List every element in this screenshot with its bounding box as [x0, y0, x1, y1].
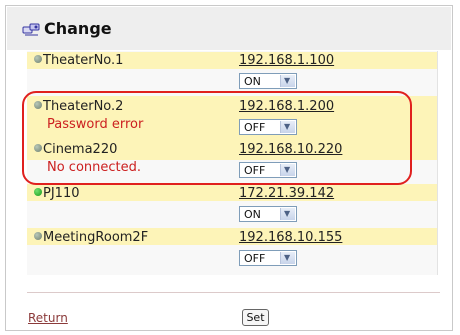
power-select[interactable]: OFF ▼ [239, 250, 297, 266]
chevron-down-icon[interactable]: ▼ [280, 208, 295, 220]
status-dot-icon [34, 232, 42, 240]
chevron-down-icon[interactable]: ▼ [280, 252, 295, 264]
footer-divider [27, 292, 440, 293]
projector-ip-link[interactable]: 192.168.10.155 [239, 230, 342, 245]
chevron-down-icon[interactable]: ▼ [280, 75, 295, 87]
error-rows-annotation [22, 91, 412, 185]
dialog-header: Change [7, 7, 451, 50]
projector-ip-link[interactable]: 192.168.1.100 [239, 53, 334, 68]
row-highlight [27, 184, 437, 201]
return-link[interactable]: Return [28, 311, 68, 325]
projectors-icon [22, 23, 40, 36]
projector-name: MeetingRoom2F [34, 230, 148, 245]
power-select[interactable]: ON ▼ [239, 73, 297, 89]
projector-ip-link[interactable]: 172.21.39.142 [239, 186, 334, 201]
projector-name: PJ110 [34, 186, 80, 201]
power-select[interactable]: ON ▼ [239, 206, 297, 222]
status-dot-icon [34, 188, 42, 196]
status-dot-icon [34, 55, 42, 63]
projector-name: TheaterNo.1 [34, 53, 123, 68]
set-button[interactable]: Set [242, 309, 269, 326]
page-title: Change [44, 19, 112, 38]
